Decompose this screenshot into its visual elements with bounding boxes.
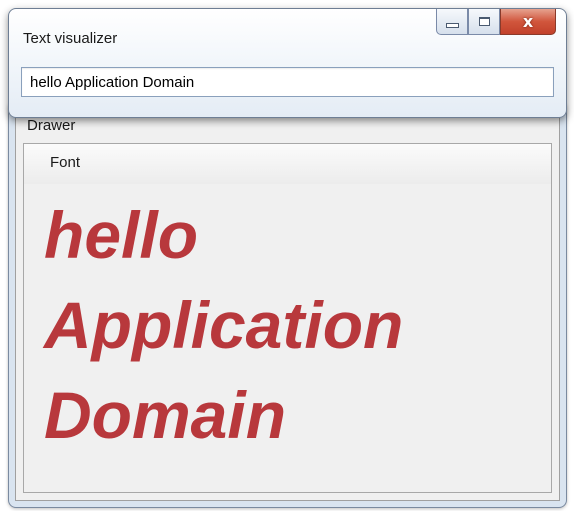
minimize-button[interactable] [436,9,468,35]
drawer-window: Drawer Font hello Application Domain [8,100,567,508]
sample-line-1: hello [44,198,199,272]
font-panel-header[interactable]: Font [24,144,551,184]
window-title: Text visualizer [23,30,118,47]
sample-text: hello Application Domain [44,190,545,460]
maximize-icon [478,17,490,26]
sample-line-2: Application [44,288,404,362]
text-input[interactable] [21,67,554,97]
drawer-title: Drawer [27,117,76,134]
font-label: Font [50,154,81,171]
close-icon: x [522,11,534,31]
sample-line-3: Domain [44,378,287,452]
maximize-button[interactable] [468,9,500,35]
font-panel: Font hello Application Domain [23,143,552,493]
close-button[interactable]: x [500,9,556,35]
caption-buttons: x [436,9,556,37]
text-visualizer-window: Text visualizer x [8,8,567,118]
minimize-icon [445,22,459,28]
